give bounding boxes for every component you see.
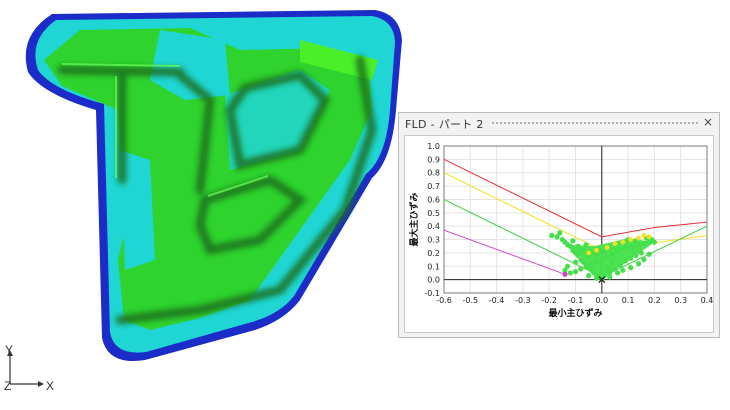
scatter-point: [549, 232, 555, 239]
close-icon[interactable]: ×: [701, 114, 715, 130]
scatter-point: [604, 254, 610, 260]
scatter-point: [567, 270, 573, 276]
triad-x-label: X: [46, 379, 54, 393]
scatter-point: [599, 256, 605, 263]
scatter-point-yellow: [612, 241, 618, 246]
x-tick-label: -0.1: [568, 296, 584, 305]
scatter-point: [641, 256, 647, 263]
x-tick-label: 0.3: [674, 296, 687, 305]
scatter-point: [617, 262, 623, 268]
scatter-point: [628, 255, 634, 261]
x-tick-label: -0.3: [515, 296, 531, 305]
scatter-point-yellow: [620, 239, 626, 245]
y-tick-label: 0.5: [427, 209, 440, 218]
scatter-point: [578, 266, 584, 272]
x-tick-label: 0.4: [701, 296, 713, 305]
axis-triad: Y Z X: [4, 343, 54, 393]
scatter-point: [586, 273, 592, 279]
scatter-point: [609, 251, 615, 257]
scatter-point-yellow: [628, 237, 634, 242]
fld-titlebar[interactable]: FLD - パート 2 ×: [399, 113, 719, 133]
scatter-point-yellow: [604, 245, 610, 250]
y-tick-label: 0.4: [427, 222, 440, 231]
x-tick-label: 0.1: [622, 296, 635, 305]
x-tick-label: -0.2: [541, 296, 557, 305]
scatter-point-yellow: [641, 233, 647, 238]
fld-curve-magenta: [443, 229, 566, 275]
fld-panel-title: FLD - パート 2: [405, 118, 484, 131]
y-axis-title: 最大主ひずみ: [408, 192, 420, 246]
scatter-point-yellow: [594, 247, 599, 253]
scatter-point: [620, 246, 626, 252]
y-tick-label: 1.0: [427, 142, 440, 151]
scatter-point: [609, 259, 615, 265]
scatter-point: [570, 238, 576, 244]
scatter-point: [628, 265, 634, 271]
fld-plot-area: -0.6 -0.5 -0.4 -0.3 -0.2 -0.1 0.0 0.1 0.2 0.3 0.4 1…: [404, 135, 714, 333]
y-tick-label: 0.8: [427, 169, 440, 178]
scatter-point: [633, 252, 639, 259]
y-tick-label: 0.2: [427, 249, 440, 258]
triad-y-label: Y: [5, 343, 13, 357]
scatter-point: [583, 263, 589, 269]
scatter-point: [593, 258, 600, 264]
triad-z-label: Z: [4, 379, 11, 393]
scatter-point: [620, 267, 626, 273]
scatter-point: [593, 275, 600, 281]
scatter-point: [646, 251, 652, 257]
fld-panel[interactable]: FLD - パート 2 × -0.6 -0.5 -0.4 -0.3 -0.2 -0.1 0.…: [398, 112, 720, 338]
scatter-point: [641, 240, 647, 247]
scatter-point: [607, 274, 613, 280]
scatter-point: [565, 263, 571, 269]
x-tick-label: 0.0: [595, 296, 608, 305]
x-tick-label: 0.2: [648, 296, 661, 305]
scatter-point-yellow: [636, 235, 642, 241]
scatter-point: [622, 258, 629, 264]
scatter-point: [578, 247, 584, 253]
scatter-point: [557, 230, 563, 236]
scatter-point: [572, 259, 579, 265]
triad-x-arrow-icon: [38, 381, 44, 387]
scatter-point: [636, 261, 642, 267]
y-tick-label: -0.1: [424, 289, 440, 298]
y-tick-label: 0.3: [427, 236, 440, 245]
scatter-point: [588, 261, 594, 267]
fld-chart: -0.6 -0.5 -0.4 -0.3 -0.2 -0.1 0.0 0.1 0.2 0.3 0.41…: [408, 142, 713, 319]
drag-grip-icon[interactable]: [491, 121, 699, 125]
scatter-point: [630, 243, 636, 249]
y-tick-label: 0.0: [427, 276, 440, 285]
x-tick-label: -0.4: [489, 296, 505, 305]
y-tick-label: 0.9: [427, 155, 440, 164]
scatter-point: [572, 269, 579, 275]
y-tick-label: 0.6: [427, 195, 440, 204]
scatter-point: [614, 270, 621, 276]
scatter-point-yellow: [646, 234, 652, 240]
y-tick-label: 0.1: [427, 262, 440, 271]
scatter-point: [604, 266, 610, 272]
scatter-point-yellow: [586, 250, 592, 256]
scatter-point: [638, 250, 644, 256]
scatter-point: [599, 267, 605, 273]
x-axis-title: 最小主ひずみ: [548, 307, 602, 319]
scatter-point-magenta: [562, 271, 568, 277]
scatter-point: [583, 242, 589, 248]
scatter-point: [651, 239, 657, 245]
y-tick-label: 0.7: [427, 182, 440, 191]
x-tick-label: -0.5: [462, 296, 478, 305]
